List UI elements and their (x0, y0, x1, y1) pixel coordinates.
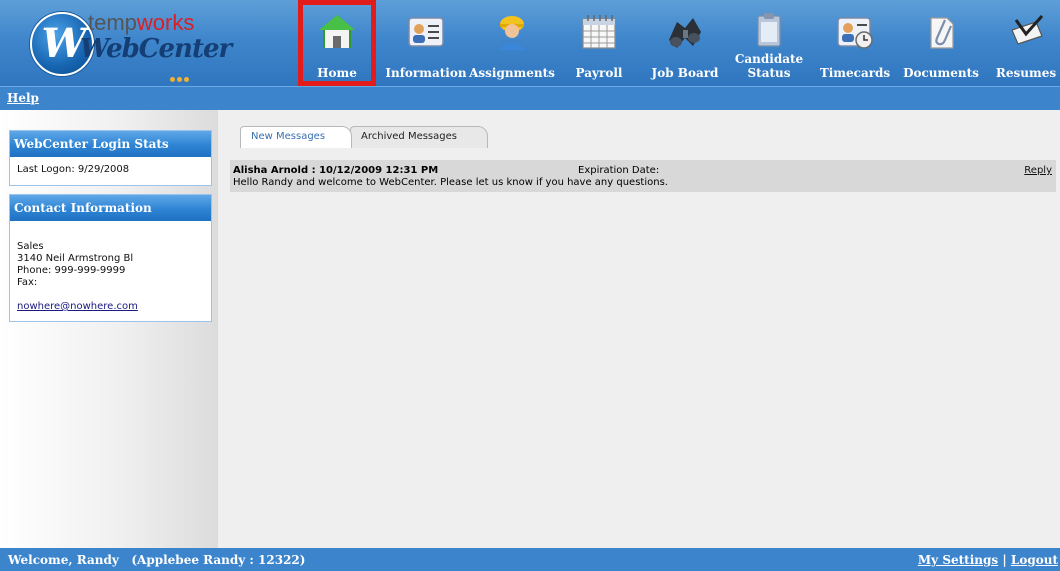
nav-documents[interactable]: Documents (898, 0, 984, 86)
nav-label-home: Home (317, 66, 357, 80)
contact-phone: Phone: 999-999-9999 (17, 265, 126, 276)
nav-label-information: Information (385, 66, 467, 80)
last-logon-text: Last Logon: 9/29/2008 (17, 164, 130, 175)
contact-fax: Fax: (17, 277, 38, 288)
my-settings-link[interactable]: My Settings (918, 553, 998, 567)
resume-icon (1011, 15, 1044, 45)
logout-link[interactable]: Logout (1011, 553, 1058, 567)
nav-resumes[interactable]: Resumes (992, 0, 1060, 86)
nav-assignments[interactable]: Assignments (467, 0, 557, 86)
tab-archived-messages[interactable]: Archived Messages (350, 126, 488, 148)
nav-job-board[interactable]: Job Board (645, 0, 725, 86)
footer-bar: Welcome, Randy (Applebee Randy : 12322) … (0, 548, 1060, 571)
contact-department: Sales (17, 241, 44, 252)
nav-label-candidate-status-line2: Status (747, 66, 791, 80)
contact-info-title: Contact Information (10, 195, 211, 221)
worker-icon (498, 16, 526, 50)
footer-links: My Settings | Logout (918, 553, 1058, 567)
nav-label-job-board: Job Board (651, 66, 719, 80)
message-sender: Alisha Arnold : 10/12/2009 12:31 PM (233, 165, 439, 176)
home-icon (319, 15, 355, 48)
nav-timecards[interactable]: Timecards (818, 0, 892, 86)
paperclip-icon (930, 17, 954, 49)
nav-label-resumes: Resumes (995, 66, 1057, 80)
welcome-text: Welcome, Randy (Applebee Randy : 12322) (8, 553, 306, 567)
id-card-icon (408, 17, 444, 47)
nav-candidate-status[interactable]: Candidate Status (732, 0, 806, 86)
timecard-icon (837, 17, 873, 49)
contact-email-link[interactable]: nowhere@nowhere.com (17, 301, 204, 313)
contact-info-panel: Contact Information Sales 3140 Neil Arms… (9, 194, 212, 322)
nav-label-assignments: Assignments (469, 66, 555, 80)
logo-product: WebCenter (80, 34, 232, 64)
nav-label-timecards: Timecards (819, 66, 891, 80)
logo-dots-icon (170, 72, 192, 82)
tab-new-messages[interactable]: New Messages (240, 126, 352, 148)
app-header: W tempworks WebCenter Home Information A… (0, 0, 1060, 86)
main-content: New Messages Archived Messages Alisha Ar… (218, 110, 1060, 548)
footer-separator: | (1002, 553, 1007, 567)
contact-info-body: Sales 3140 Neil Armstrong Bl Phone: 999-… (10, 221, 211, 317)
nav-home[interactable]: Home (298, 0, 376, 86)
clipboard-icon (757, 13, 781, 47)
reply-link[interactable]: Reply (1024, 165, 1052, 176)
nav-payroll[interactable]: Payroll (568, 0, 630, 86)
nav-information[interactable]: Information (385, 0, 467, 86)
login-stats-title: WebCenter Login Stats (10, 131, 211, 157)
help-bar: Help (0, 86, 1060, 110)
binoculars-icon (669, 18, 701, 48)
contact-address: 3140 Neil Armstrong Bl (17, 253, 134, 264)
message-body: Hello Randy and welcome to WebCenter. Pl… (233, 177, 668, 188)
left-sidebar: WebCenter Login Stats Last Logon: 9/29/2… (0, 110, 218, 548)
calendar-icon (582, 15, 616, 49)
message-expiration: Expiration Date: (578, 165, 660, 176)
help-link[interactable]: Help (7, 91, 39, 105)
nav-label-payroll: Payroll (575, 66, 623, 80)
message-row: Alisha Arnold : 10/12/2009 12:31 PM Expi… (230, 160, 1056, 192)
login-stats-panel: WebCenter Login Stats Last Logon: 9/29/2… (9, 130, 212, 186)
nav-label-documents: Documents (903, 66, 979, 80)
logo-brand: tempworks (88, 10, 195, 35)
nav-label-candidate-status-line1: Candidate (734, 52, 804, 66)
tempworks-webcenter-logo[interactable]: W tempworks WebCenter (10, 4, 232, 82)
